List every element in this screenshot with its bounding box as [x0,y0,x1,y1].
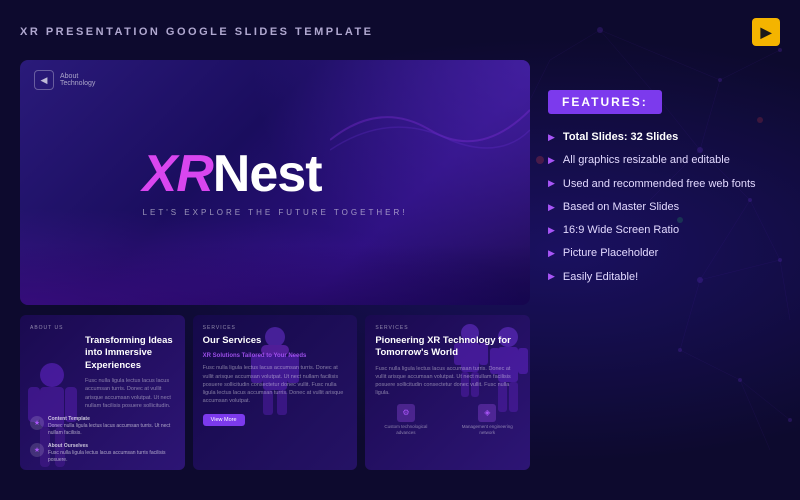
hero-title: XRNest [143,148,408,200]
nav-about-label: About [60,73,95,80]
feature-arrow-5: ▶ [548,248,555,259]
page-title: XR PRESENTATION GOOGLE SLIDES TEMPLATE [20,26,374,38]
feature-item-3: ▶ Based on Master Slides [548,200,780,214]
mini-slide-1-content: About Us Transforming Ideas into Immersi… [20,315,185,470]
feature-text-3: Based on Master Slides [563,200,679,214]
service-icons: ⚙ Custom technological advances ◈ Manage… [375,404,520,436]
service-icon-box-1: ⚙ [397,404,415,422]
feature-arrow-2: ▶ [548,178,555,189]
mini-slide-1-tag: About Us [30,325,175,331]
icon-circle-1: ★ [30,416,44,430]
slides-area: ◀ About Technology XRNest LET'S EXPLORE … [20,60,530,484]
feature-arrow-6: ▶ [548,271,555,282]
mini-slide-3: Services Pioneering XR Technology for To… [365,315,530,470]
features-label: FEATURES: [548,90,662,114]
feature-arrow-0: ▶ [548,132,555,143]
feature-item-1: ▶ All graphics resizable and editable [548,153,780,167]
mini-slide-1: About Us Transforming Ideas into Immersi… [20,315,185,470]
mini-slide-1-body: Fusc nulla ligula lectus lacus lacus acc… [30,377,175,410]
mini-icon-2-label: About Ourselves [48,443,175,450]
feature-text-5: Picture Placeholder [563,246,658,260]
mini-icon-1: ★ Content Template Donec nulla ligula le… [30,416,175,437]
icon-circle-2: ★ [30,443,44,457]
hero-subtitle: LET'S EXPLORE THE FUTURE TOGETHER! [143,208,408,217]
mini-slide-3-content: Services Pioneering XR Technology for To… [365,315,530,470]
google-slides-icon: ▶ [752,18,780,46]
feature-text-4: 16:9 Wide Screen Ratio [563,223,679,237]
mini-slide-2-tag: Services [203,325,348,331]
feature-text-0: Total Slides: 32 Slides [563,130,678,144]
feature-item-4: ▶ 16:9 Wide Screen Ratio [548,223,780,237]
feature-text-6: Easily Editable! [563,270,638,284]
mini-slide-1-icons-2: ★ About Ourselves Fusc nulla ligula lect… [30,443,175,464]
feature-text-1: All graphics resizable and editable [563,153,730,167]
mini-icon-2-text: About Ourselves Fusc nulla ligula lectus… [48,443,175,464]
mini-slide-2: Services Our Services XR Solutions Tailo… [193,315,358,470]
view-more-button[interactable]: View More [203,414,245,426]
bottom-slides: About Us Transforming Ideas into Immersi… [20,315,530,470]
mini-slide-1-icons: ★ Content Template Donec nulla ligula le… [30,416,175,437]
mini-slide-3-body: Fusc nulla ligula lectus lacus accumsan … [375,365,520,398]
mini-slide-3-tag: Services [375,325,520,331]
mini-slide-2-content: Services Our Services XR Solutions Tailo… [193,315,358,470]
slides-icon-symbol: ▶ [761,24,772,41]
hero-bottom-fade [20,245,530,305]
mini-slide-1-title: Transforming Ideas into Immersive Experi… [30,335,175,372]
feature-text-2: Used and recommended free web fonts [563,177,756,191]
feature-arrow-3: ▶ [548,202,555,213]
hero-title-group: XRNest LET'S EXPLORE THE FUTURE TOGETHER… [143,148,408,217]
nav-arrow[interactable]: ◀ [34,70,54,90]
mini-icon-1-label: Content Template [48,416,175,423]
main-layout: ◀ About Technology XRNest LET'S EXPLORE … [20,60,780,484]
mini-icon-2: ★ About Ourselves Fusc nulla ligula lect… [30,443,175,464]
mini-slide-2-title: Our Services [203,335,348,347]
feature-arrow-4: ▶ [548,225,555,236]
hero-slide: ◀ About Technology XRNest LET'S EXPLORE … [20,60,530,305]
nav-label-group: About Technology [60,73,95,87]
slide-nav: ◀ About Technology [34,70,95,90]
mini-icon-1-body: Donec nulla ligula lectus lacus accumsan… [48,423,175,437]
feature-item-5: ▶ Picture Placeholder [548,246,780,260]
mini-icon-1-text: Content Template Donec nulla ligula lect… [48,416,175,437]
header: XR PRESENTATION GOOGLE SLIDES TEMPLATE ▶ [20,18,780,46]
service-icon-box-2: ◈ [478,404,496,422]
feature-item-6: ▶ Easily Editable! [548,270,780,284]
mini-slide-3-title: Pioneering XR Technology for Tomorrow's … [375,335,520,360]
service-icon-2-label: Management engineering network [455,424,521,436]
hero-title-xr: XR [143,145,213,203]
service-icon-1-label: Custom technological advances [375,424,436,436]
feature-item-2: ▶ Used and recommended free web fonts [548,177,780,191]
mini-icon-2-body: Fusc nulla ligula lectus lacus accumsan … [48,450,175,464]
service-icon-1: ⚙ Custom technological advances [375,404,436,436]
feature-item-0: ▶ Total Slides: 32 Slides [548,130,780,144]
nav-tech-label: Technology [60,80,95,87]
features-panel: FEATURES: ▶ Total Slides: 32 Slides ▶ Al… [548,60,780,484]
mini-slide-2-intro: XR Solutions Tailored to Your Needs [203,352,348,361]
service-icon-2: ◈ Management engineering network [455,404,521,436]
feature-arrow-1: ▶ [548,155,555,166]
mini-slide-2-body: Fusc nulla ligula lectus lacus accumsan … [203,364,348,405]
content-wrapper: XR PRESENTATION GOOGLE SLIDES TEMPLATE ▶… [0,0,800,500]
hero-title-nest: Nest [213,145,322,203]
